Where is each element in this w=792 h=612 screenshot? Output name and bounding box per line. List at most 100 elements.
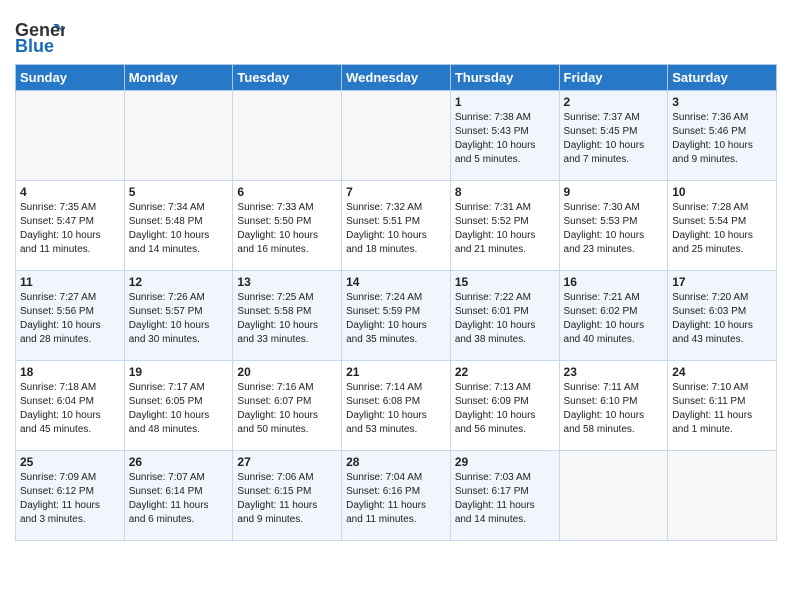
day-number: 15 (455, 275, 555, 289)
cell-line: Sunrise: 7:33 AM (237, 201, 337, 215)
cell-line: and 11 minutes. (20, 243, 120, 257)
cell-line: Sunrise: 7:35 AM (20, 201, 120, 215)
day-number: 25 (20, 455, 120, 469)
day-number: 14 (346, 275, 446, 289)
cell-line: and 56 minutes. (455, 423, 555, 437)
cell-line: Daylight: 10 hours (237, 229, 337, 243)
cell-content: Sunrise: 7:20 AMSunset: 6:03 PMDaylight:… (672, 291, 772, 347)
cell-line: and 16 minutes. (237, 243, 337, 257)
cell-line: Sunrise: 7:04 AM (346, 471, 446, 485)
cell-line: Daylight: 10 hours (564, 229, 664, 243)
cell-line: Sunset: 5:51 PM (346, 215, 446, 229)
cell-line: Sunrise: 7:24 AM (346, 291, 446, 305)
calendar-cell: 10Sunrise: 7:28 AMSunset: 5:54 PMDayligh… (668, 181, 777, 271)
cell-line: Sunset: 6:11 PM (672, 395, 772, 409)
day-number: 17 (672, 275, 772, 289)
cell-line: Sunset: 5:48 PM (129, 215, 229, 229)
cell-content: Sunrise: 7:09 AMSunset: 6:12 PMDaylight:… (20, 471, 120, 527)
day-number: 16 (564, 275, 664, 289)
cell-content: Sunrise: 7:34 AMSunset: 5:48 PMDaylight:… (129, 201, 229, 257)
day-number: 22 (455, 365, 555, 379)
cell-content: Sunrise: 7:35 AMSunset: 5:47 PMDaylight:… (20, 201, 120, 257)
cell-content: Sunrise: 7:03 AMSunset: 6:17 PMDaylight:… (455, 471, 555, 527)
cell-content: Sunrise: 7:37 AMSunset: 5:45 PMDaylight:… (564, 111, 664, 167)
calendar-cell: 16 Sunrise: 7:21 AMSunset: 6:02 PMDayligh… (559, 271, 668, 361)
cell-line: Daylight: 10 hours (346, 319, 446, 333)
calendar-cell: 24Sunrise: 7:10 AMSunset: 6:11 PMDayligh… (668, 361, 777, 451)
calendar-cell (559, 451, 668, 541)
svg-text:Blue: Blue (15, 36, 54, 56)
calendar-cell: 28Sunrise: 7:04 AMSunset: 6:16 PMDayligh… (342, 451, 451, 541)
cell-line: Sunset: 5:59 PM (346, 305, 446, 319)
calendar-cell (342, 91, 451, 181)
day-number: 23 (564, 365, 664, 379)
calendar-cell: 9Sunrise: 7:30 AMSunset: 5:53 PMDaylight… (559, 181, 668, 271)
calendar-cell: 22 Sunrise: 7:13 AMSunset: 6:09 PMDayligh… (450, 361, 559, 451)
calendar-body: 1Sunrise: 7:38 AMSunset: 5:43 PMDaylight… (16, 91, 777, 541)
calendar-cell (124, 91, 233, 181)
header-saturday: Saturday (668, 65, 777, 91)
cell-line: and 23 minutes. (564, 243, 664, 257)
cell-content: Sunrise: 7:33 AMSunset: 5:50 PMDaylight:… (237, 201, 337, 257)
day-number: 4 (20, 185, 120, 199)
cell-line: Daylight: 10 hours (346, 409, 446, 423)
day-number: 20 (237, 365, 337, 379)
cell-line: Sunrise: 7:06 AM (237, 471, 337, 485)
cell-line: Daylight: 10 hours (237, 409, 337, 423)
cell-line: Daylight: 10 hours (346, 229, 446, 243)
cell-line: and 45 minutes. (20, 423, 120, 437)
cell-line: Sunrise: 7:20 AM (672, 291, 772, 305)
cell-content: Sunrise: 7:21 AMSunset: 6:02 PMDaylight:… (564, 291, 664, 347)
cell-line: and 18 minutes. (346, 243, 446, 257)
cell-line: Sunset: 6:09 PM (455, 395, 555, 409)
day-number: 12 (129, 275, 229, 289)
calendar-cell: 11Sunrise: 7:27 AMSunset: 5:56 PMDayligh… (16, 271, 125, 361)
calendar-cell: 13Sunrise: 7:25 AMSunset: 5:58 PMDayligh… (233, 271, 342, 361)
cell-content: Sunrise: 7:38 AMSunset: 5:43 PMDaylight:… (455, 111, 555, 167)
cell-line: and 9 minutes. (672, 153, 772, 167)
week-row-3: 11Sunrise: 7:27 AMSunset: 5:56 PMDayligh… (16, 271, 777, 361)
cell-line: Sunset: 5:46 PM (672, 125, 772, 139)
cell-line: and 5 minutes. (455, 153, 555, 167)
cell-line: and 38 minutes. (455, 333, 555, 347)
cell-content: Sunrise: 7:04 AMSunset: 6:16 PMDaylight:… (346, 471, 446, 527)
cell-content: Sunrise: 7:28 AMSunset: 5:54 PMDaylight:… (672, 201, 772, 257)
cell-line: Daylight: 10 hours (455, 229, 555, 243)
day-number: 24 (672, 365, 772, 379)
cell-line: Daylight: 10 hours (564, 409, 664, 423)
cell-line: Sunrise: 7:09 AM (20, 471, 120, 485)
cell-line: Daylight: 10 hours (129, 229, 229, 243)
day-number: 27 (237, 455, 337, 469)
cell-line: Sunset: 5:50 PM (237, 215, 337, 229)
page-header: GeneralBlue (15, 10, 777, 56)
week-row-2: 4 Sunrise: 7:35 AMSunset: 5:47 PMDaylight… (16, 181, 777, 271)
cell-line: Sunrise: 7:07 AM (129, 471, 229, 485)
logo: GeneralBlue (15, 18, 65, 56)
cell-line: and 30 minutes. (129, 333, 229, 347)
cell-line: Sunrise: 7:38 AM (455, 111, 555, 125)
calendar-cell: 15Sunrise: 7:22 AMSunset: 6:01 PMDayligh… (450, 271, 559, 361)
cell-line: Sunrise: 7:03 AM (455, 471, 555, 485)
cell-line: Sunset: 6:16 PM (346, 485, 446, 499)
calendar-cell: 14 Sunrise: 7:24 AMSunset: 5:59 PMDayligh… (342, 271, 451, 361)
cell-content: Sunrise: 7:18 AMSunset: 6:04 PMDaylight:… (20, 381, 120, 437)
cell-line: Sunset: 6:07 PM (237, 395, 337, 409)
header-wednesday: Wednesday (342, 65, 451, 91)
week-row-5: 25 Sunrise: 7:09 AMSunset: 6:12 PMDayligh… (16, 451, 777, 541)
cell-line: and 21 minutes. (455, 243, 555, 257)
calendar-header: SundayMondayTuesdayWednesdayThursdayFrid… (16, 65, 777, 91)
day-number: 21 (346, 365, 446, 379)
calendar-cell: 19Sunrise: 7:17 AMSunset: 6:05 PMDayligh… (124, 361, 233, 451)
day-number: 6 (237, 185, 337, 199)
day-number: 19 (129, 365, 229, 379)
cell-content: Sunrise: 7:13 AMSunset: 6:09 PMDaylight:… (455, 381, 555, 437)
day-number: 8 (455, 185, 555, 199)
cell-line: Daylight: 10 hours (564, 319, 664, 333)
cell-line: Daylight: 10 hours (672, 319, 772, 333)
cell-content: Sunrise: 7:30 AMSunset: 5:53 PMDaylight:… (564, 201, 664, 257)
cell-line: Daylight: 11 hours (129, 499, 229, 513)
calendar-cell: 20Sunrise: 7:16 AMSunset: 6:07 PMDayligh… (233, 361, 342, 451)
cell-line: Daylight: 10 hours (237, 319, 337, 333)
cell-line: Sunset: 6:03 PM (672, 305, 772, 319)
cell-line: Sunrise: 7:37 AM (564, 111, 664, 125)
